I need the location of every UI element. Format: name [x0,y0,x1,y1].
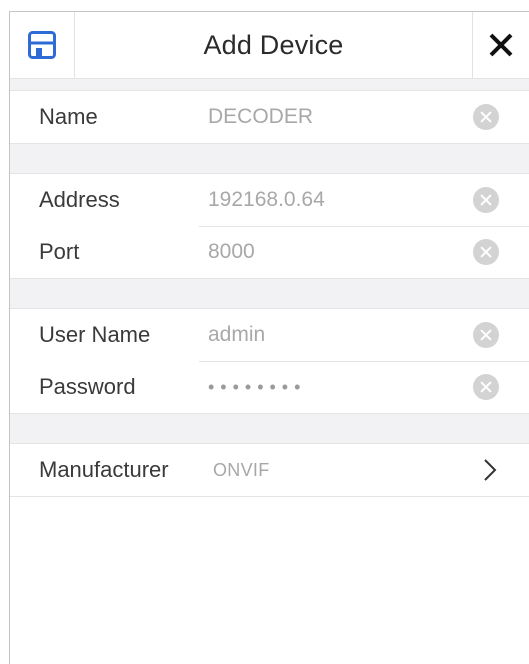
port-input[interactable]: 8000 [208,240,473,264]
clear-password-icon[interactable] [473,374,499,400]
address-input[interactable]: 192168.0.64 [208,188,473,212]
clear-address-icon[interactable] [473,187,499,213]
address-row: Address 192168.0.64 [10,174,529,226]
chevron-right-icon[interactable] [483,458,497,482]
password-input[interactable]: •••••••• [208,377,473,398]
name-input[interactable]: DECODER [208,105,473,129]
section-spacer [10,78,529,90]
save-icon [28,31,56,59]
port-label: Port [39,239,80,264]
username-row: User Name admin [10,309,529,361]
name-group: Name DECODER [10,90,529,144]
close-icon [489,33,513,57]
manufacturer-label: Manufacturer [39,457,169,482]
password-label: Password [39,374,136,399]
section-spacer [10,279,529,308]
address-label: Address [39,187,120,212]
username-label: User Name [39,322,151,347]
title-bar: Add Device [10,12,529,78]
username-input[interactable]: admin [208,323,473,347]
close-button[interactable] [472,12,529,78]
manufacturer-group: Manufacturer ONVIF [10,443,529,497]
credentials-group: User Name admin Password •••••••• [10,308,529,414]
section-spacer [10,144,529,173]
section-spacer [10,414,529,443]
add-device-dialog: Add Device Name DECODER Address 192168.0… [9,11,529,664]
password-row: Password •••••••• [10,361,529,413]
save-button[interactable] [10,12,75,78]
manufacturer-value: ONVIF [213,459,270,480]
manufacturer-row[interactable]: Manufacturer ONVIF [10,444,529,496]
clear-username-icon[interactable] [473,322,499,348]
port-row: Port 8000 [10,226,529,278]
page-title: Add Device [203,29,344,60]
clear-name-icon[interactable] [473,104,499,130]
network-group: Address 192168.0.64 Port 8000 [10,173,529,279]
name-row: Name DECODER [10,91,529,143]
name-label: Name [39,104,98,129]
clear-port-icon[interactable] [473,239,499,265]
